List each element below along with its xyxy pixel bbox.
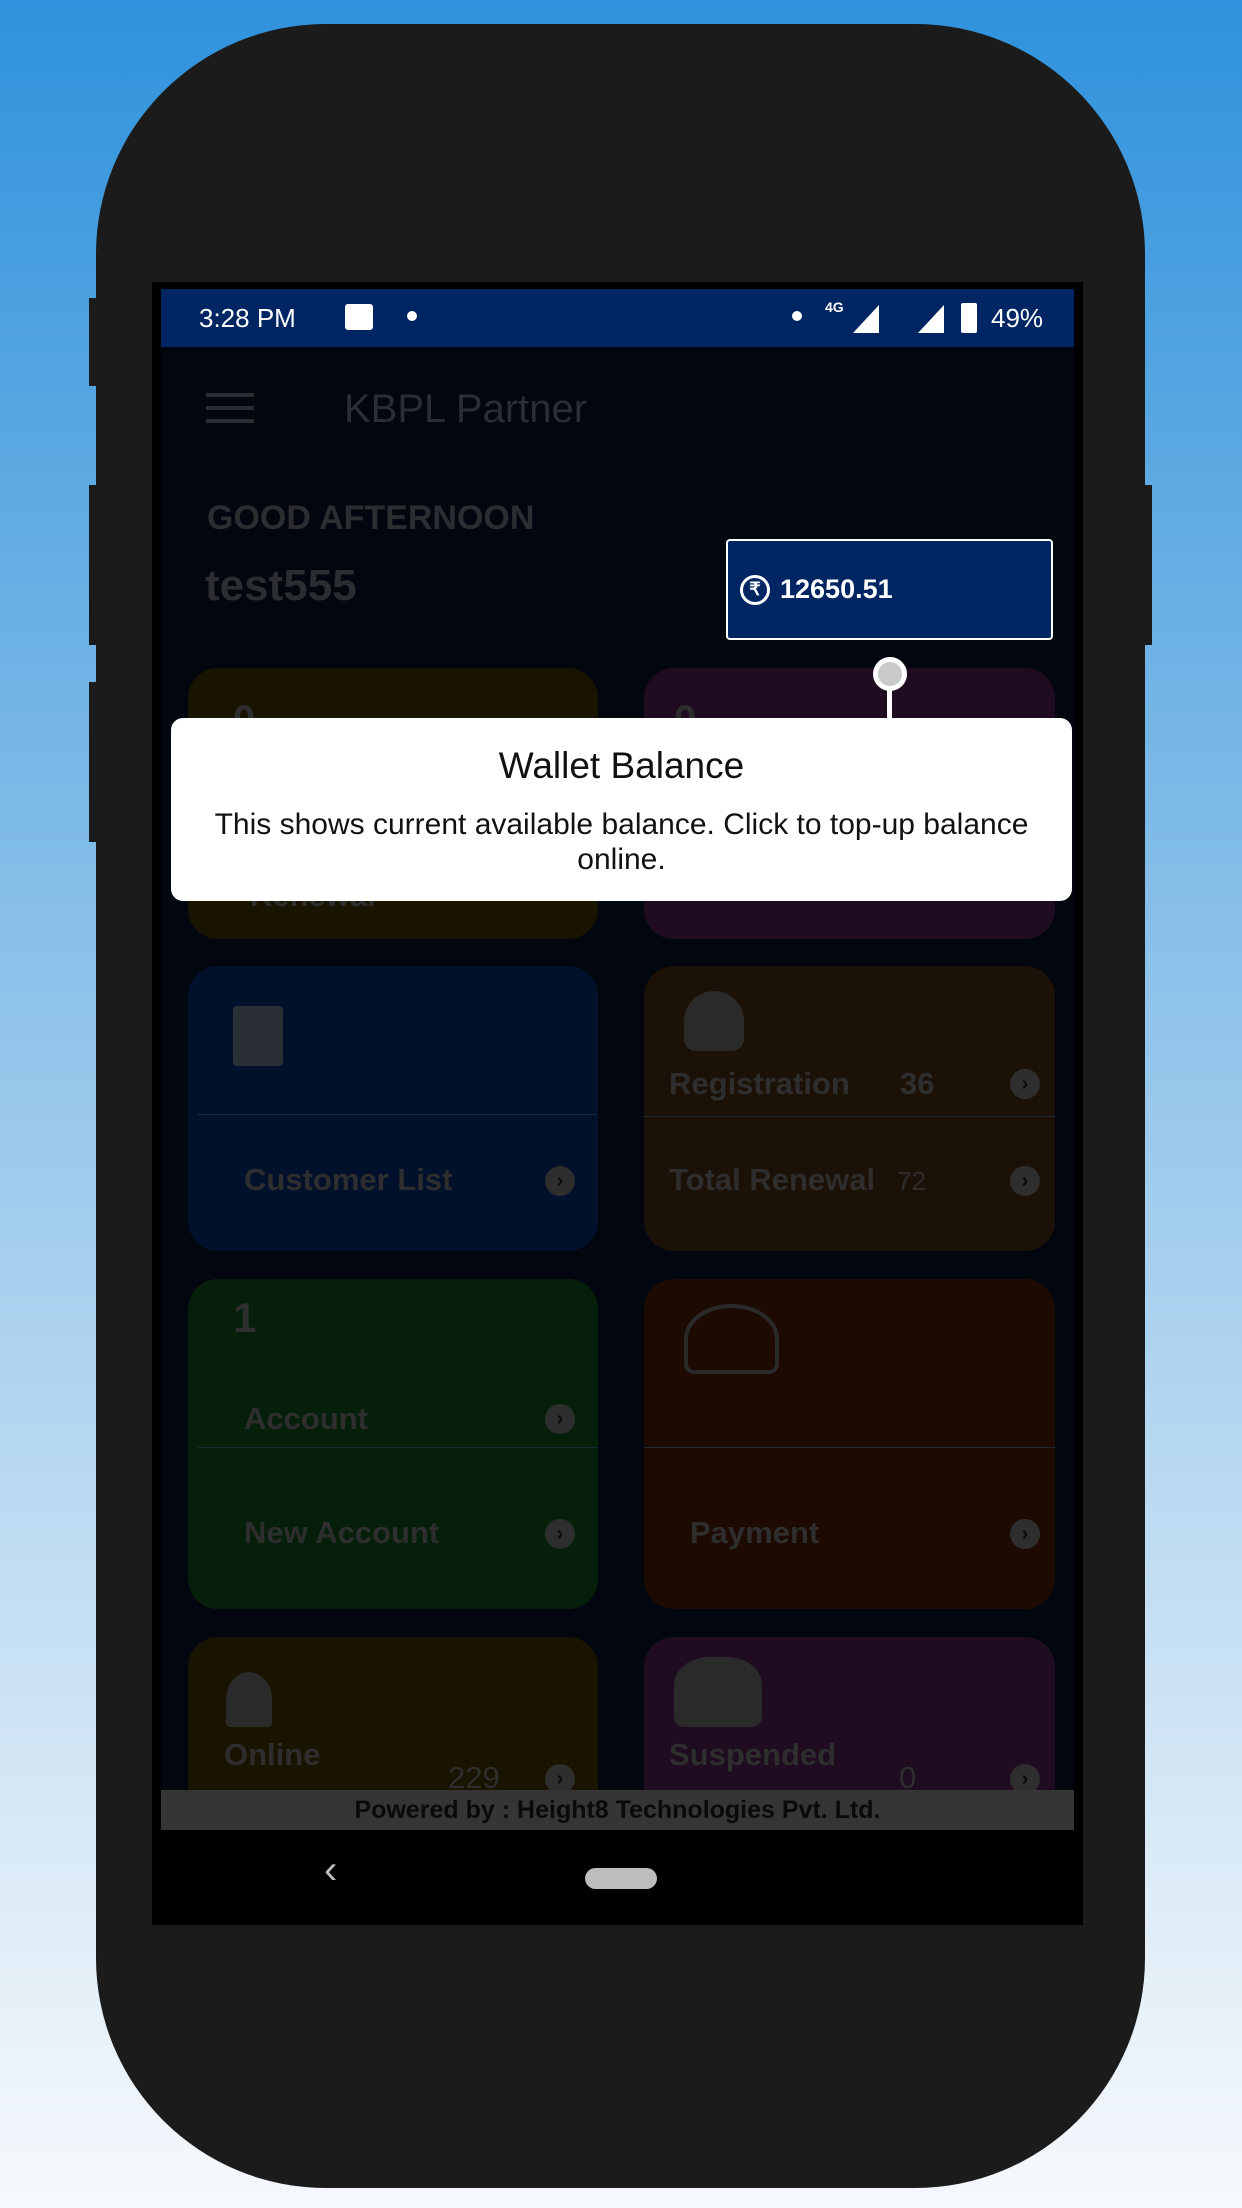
total-renewal-label: Total Renewal [669,1162,876,1197]
powered-by-footer: Powered by : Height8 Technologies Pvt. L… [161,1790,1074,1830]
total-renewal-count: 72 [897,1166,926,1196]
phone-side-button [89,485,99,645]
person-check-icon [226,1672,272,1727]
dot-icon [792,311,802,321]
wallet-tooltip[interactable]: Wallet Balance This shows current availa… [171,718,1072,901]
phone-side-button [1142,485,1152,645]
tooltip-pointer-line [887,688,892,722]
signal-icon [853,305,879,333]
chevron-right-icon[interactable]: › [1010,1519,1040,1549]
payment-card[interactable]: Payment › [644,1279,1055,1609]
registration-count: 36 [900,1066,935,1101]
app-title: KBPL Partner [344,387,588,431]
registration-card[interactable]: Registration 36 › Total Renewal 72 › [644,966,1055,1251]
wallet-balance-button[interactable]: ₹ 12650.51 [726,539,1053,640]
chevron-right-icon[interactable]: › [545,1519,575,1549]
phone-screen: 3:28 PM 4G 49% KBPL Partner GOOD AFTERNO… [152,282,1083,1925]
payment-label: Payment [690,1515,820,1550]
phone-side-button [89,298,99,386]
dot-icon [407,311,417,321]
payment-hand-rupee-icon [684,1304,779,1374]
signal-no-sim-icon [918,305,944,333]
battery-icon [961,303,977,333]
wallet-amount: 12650.51 [780,574,893,604]
chevron-right-icon[interactable]: › [545,1404,575,1434]
tooltip-pointer-dot [873,657,907,691]
tooltip-title: Wallet Balance [498,745,745,786]
online-label: Online [224,1737,321,1772]
person-icon [684,991,744,1051]
battery-percent: 49% [991,303,1044,333]
phone-side-button [89,682,99,842]
app-view: 3:28 PM 4G 49% KBPL Partner GOOD AFTERNO… [161,289,1074,1830]
status-bar: 3:28 PM 4G 49% [161,289,1074,347]
chevron-right-icon[interactable]: › [1010,1069,1040,1099]
username: test555 [205,561,357,610]
app-bar: KBPL Partner [161,347,1074,472]
account-card[interactable]: 1 Account › New Account › [188,1279,598,1609]
customer-list-label: Customer List [244,1162,453,1197]
chevron-right-icon[interactable]: › [545,1166,575,1196]
clipboard-check-icon [233,1006,283,1066]
system-nav-bar: ‹ [152,1830,1083,1925]
suspended-label: Suspended [669,1737,837,1772]
greeting: GOOD AFTERNOON [207,499,535,537]
status-time: 3:28 PM [199,303,296,333]
rupee-icon: ₹ [740,574,770,605]
account-label: Account [244,1401,368,1436]
image-icon [345,304,373,330]
group-icon [674,1657,762,1727]
back-icon[interactable]: ‹ [324,1848,337,1893]
tooltip-body: This shows current available balance. Cl… [214,808,1029,876]
account-count: 1 [233,1294,257,1341]
chevron-right-icon[interactable]: › [1010,1166,1040,1196]
home-pill-button[interactable] [585,1868,657,1889]
registration-label: Registration [669,1066,850,1101]
customer-list-card[interactable]: Customer List › [188,966,598,1251]
hamburger-icon[interactable] [206,393,254,423]
new-account-label: New Account [244,1515,440,1550]
network-label: 4G [825,299,844,315]
